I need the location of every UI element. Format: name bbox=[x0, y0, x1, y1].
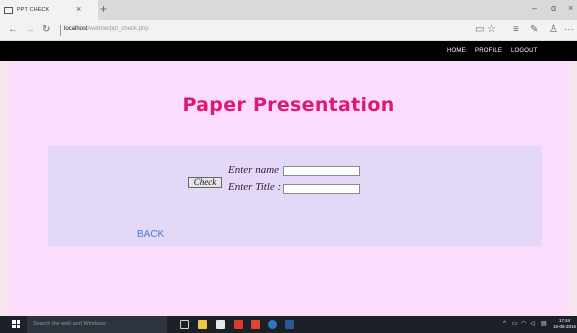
form-panel: Enter name Enter Title : bbox=[48, 146, 542, 246]
nav-home-link[interactable]: HOME bbox=[447, 48, 466, 54]
note-icon[interactable]: ✎ bbox=[530, 25, 538, 35]
address-divider bbox=[60, 25, 61, 36]
word-icon[interactable] bbox=[285, 320, 294, 329]
name-label: Enter name bbox=[228, 164, 280, 176]
battery-icon[interactable]: ▭ bbox=[512, 321, 518, 327]
volume-icon[interactable]: ◁ bbox=[530, 321, 535, 327]
check-button[interactable]: Check bbox=[188, 177, 222, 188]
page-margin-left bbox=[0, 61, 9, 316]
edge-icon[interactable] bbox=[268, 320, 277, 329]
more-icon[interactable]: ··· bbox=[564, 25, 574, 35]
page-margin-right bbox=[568, 61, 577, 316]
favorite-icon[interactable]: ☆ bbox=[487, 25, 496, 35]
page-content: Paper Presentation Enter name Enter Titl… bbox=[9, 61, 568, 316]
name-input[interactable] bbox=[283, 166, 360, 176]
store-icon[interactable] bbox=[216, 320, 225, 329]
clock-date: 15-06-2016 bbox=[553, 324, 577, 329]
taskbar-search-box[interactable]: Search the web and Windows bbox=[27, 316, 167, 333]
title-label: Enter Title : bbox=[228, 181, 282, 193]
taskbar: Search the web and Windows ^ ▭ ◠ ◁ ▤ 17:… bbox=[0, 316, 577, 333]
office-icon[interactable] bbox=[251, 320, 260, 329]
minimize-icon[interactable]: – bbox=[532, 4, 537, 13]
browser-address-bar: ← → ↻ localhost/webhw/ppt_check.php ▭ ☆ … bbox=[0, 20, 577, 41]
url-path: /webhw/ppt_check.php bbox=[87, 26, 149, 32]
page-icon bbox=[4, 6, 13, 14]
url-field[interactable]: localhost/webhw/ppt_check.php bbox=[64, 26, 149, 32]
reading-view-icon[interactable]: ▭ bbox=[475, 25, 484, 35]
back-arrow-icon[interactable]: ← bbox=[8, 25, 18, 35]
mail-icon[interactable] bbox=[234, 320, 243, 329]
windows-start-icon[interactable] bbox=[12, 320, 20, 328]
hub-icon[interactable]: ≡ bbox=[513, 25, 519, 35]
file-explorer-icon[interactable] bbox=[198, 320, 207, 329]
title-input[interactable] bbox=[283, 184, 360, 194]
nav-profile-link[interactable]: PROFILE bbox=[475, 48, 502, 54]
back-link[interactable]: BACK bbox=[137, 229, 164, 240]
share-icon[interactable]: ♙ bbox=[549, 25, 558, 35]
site-nav: HOME PROFILE LOGOUT bbox=[0, 41, 577, 61]
url-host: localhost bbox=[64, 26, 88, 32]
notifications-icon[interactable]: ▤ bbox=[541, 321, 547, 327]
close-tab-icon[interactable]: × bbox=[76, 5, 81, 14]
clock[interactable]: 17:44 15-06-2016 bbox=[553, 318, 576, 330]
tray-chevron-icon[interactable]: ^ bbox=[503, 321, 506, 327]
task-view-icon[interactable] bbox=[180, 320, 189, 329]
nav-logout-link[interactable]: LOGOUT bbox=[511, 48, 538, 54]
browser-tab-strip: PPT CHECK × + – ɑ × bbox=[0, 0, 577, 20]
search-placeholder: Search the web and Windows bbox=[33, 321, 106, 327]
refresh-icon[interactable]: ↻ bbox=[42, 25, 50, 35]
new-tab-icon[interactable]: + bbox=[100, 3, 107, 15]
wifi-icon[interactable]: ◠ bbox=[521, 321, 526, 327]
close-window-icon[interactable]: × bbox=[568, 4, 573, 13]
page-title: Paper Presentation bbox=[182, 94, 395, 116]
forward-arrow-icon[interactable]: → bbox=[25, 25, 35, 35]
browser-tab[interactable]: PPT CHECK × bbox=[0, 0, 98, 20]
maximize-icon[interactable]: ɑ bbox=[551, 4, 556, 13]
tab-title: PPT CHECK bbox=[17, 7, 50, 13]
